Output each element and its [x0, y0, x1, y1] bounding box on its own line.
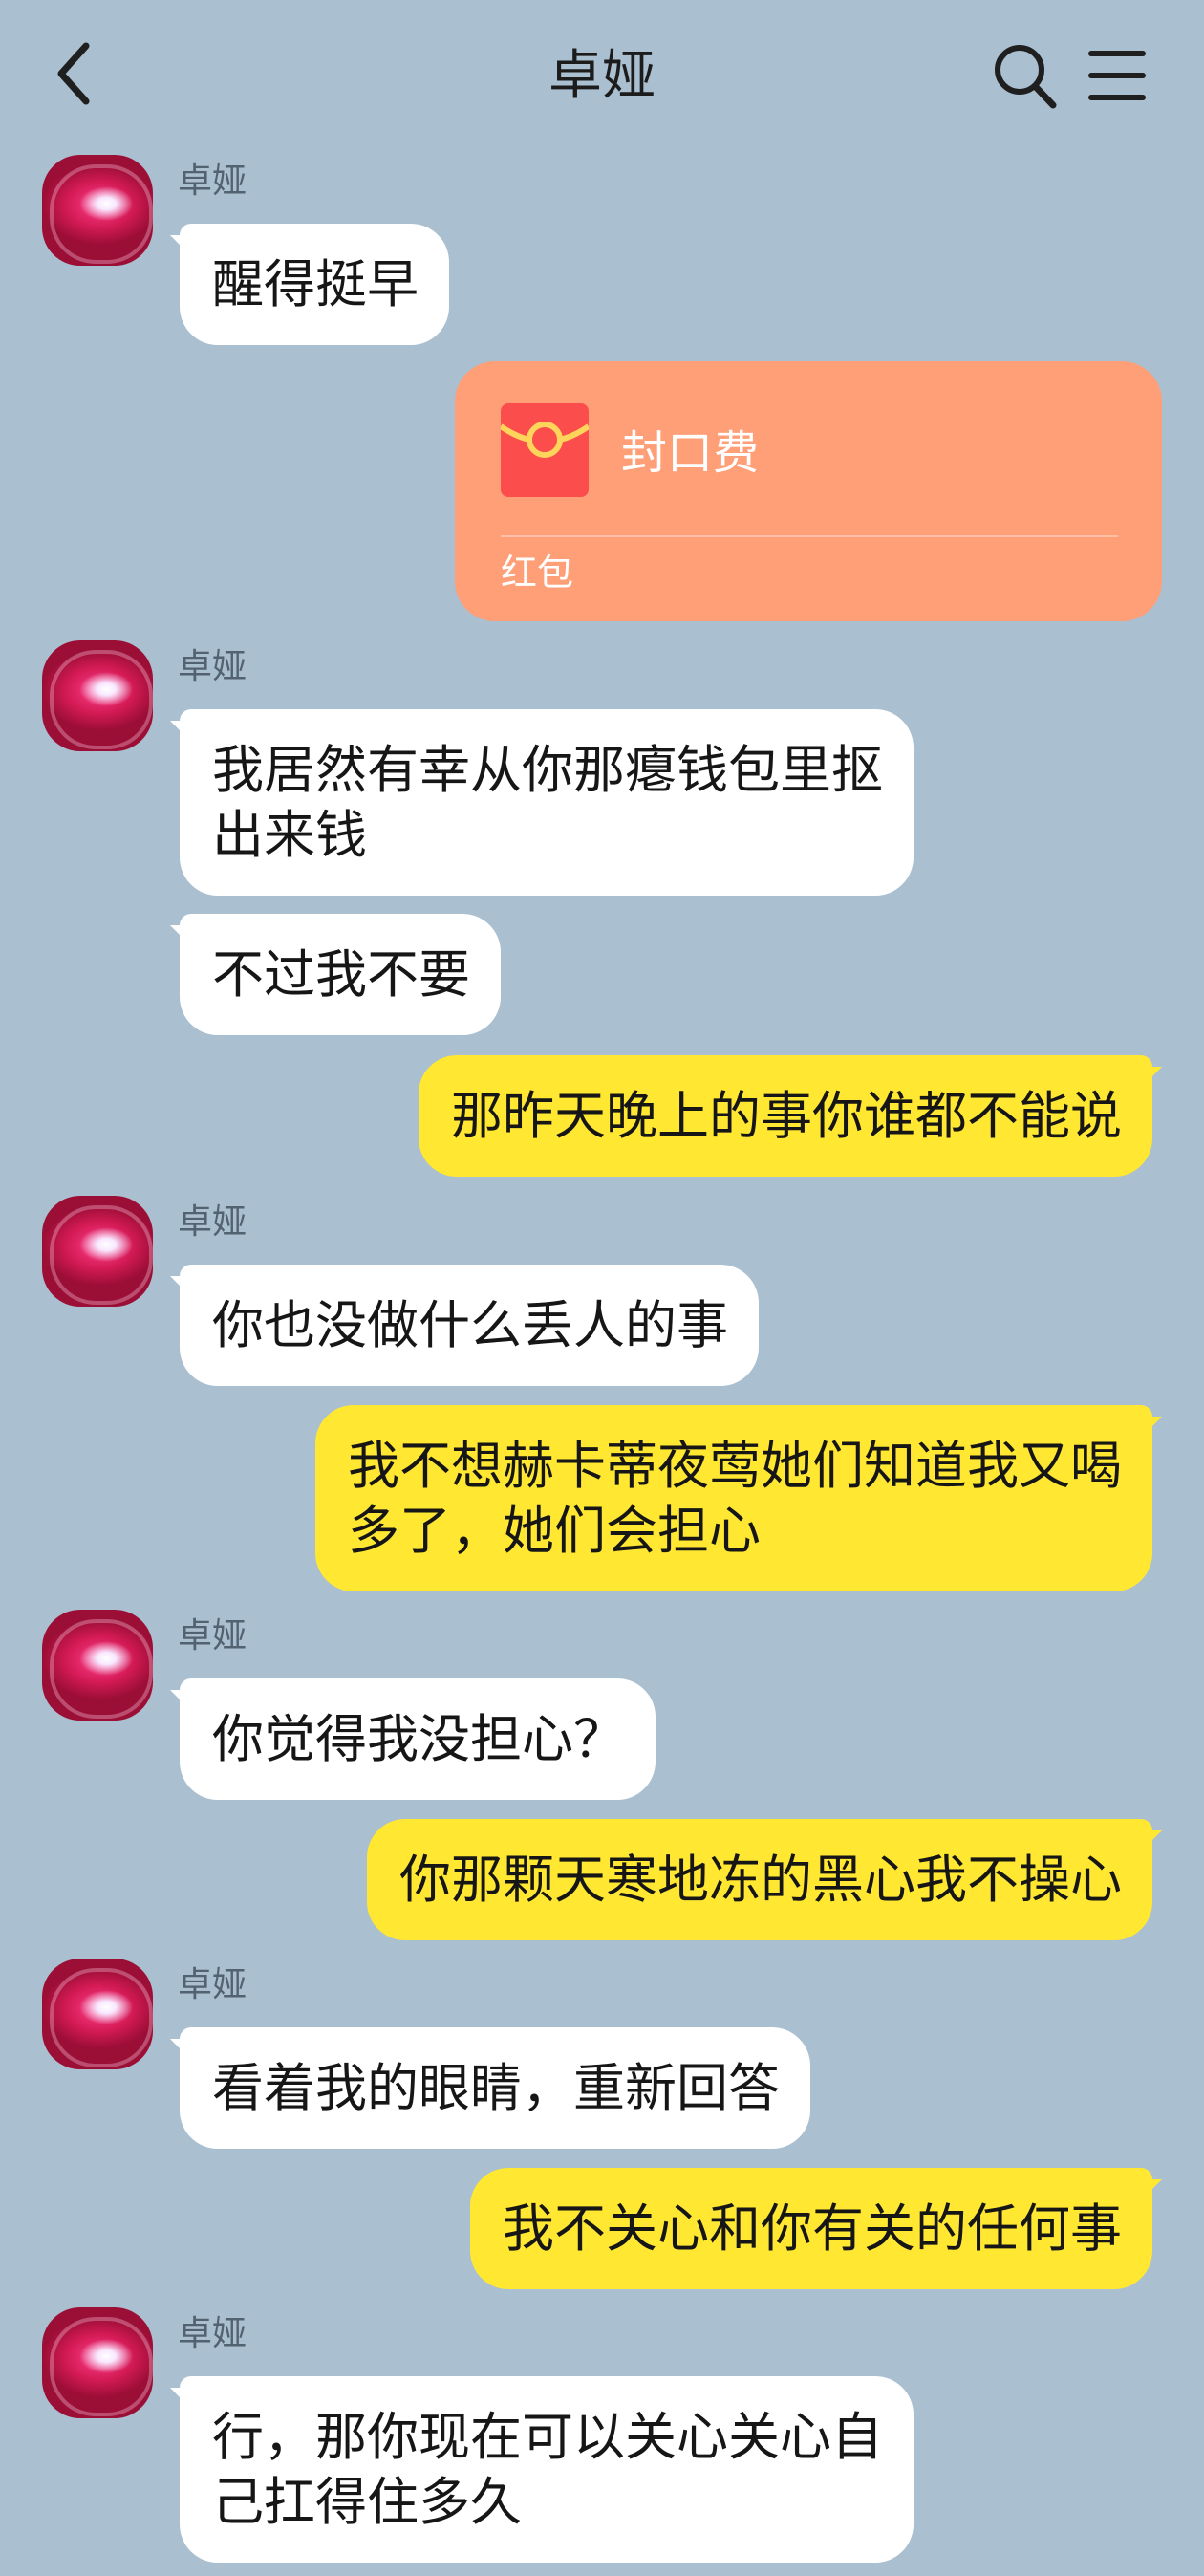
avatar[interactable] — [42, 1196, 153, 1307]
incoming-message-bubble[interactable]: 看着我的眼睛，重新回答 — [180, 2027, 810, 2149]
incoming-message-bubble[interactable]: 我居然有幸从你那瘪钱包里抠 出来钱 — [180, 709, 914, 896]
incoming-message-bubble[interactable]: 你觉得我没担心？ — [180, 1678, 656, 1800]
avatar[interactable] — [42, 1959, 153, 2069]
avatar[interactable] — [42, 155, 153, 266]
sender-name: 卓娅 — [178, 1202, 247, 1242]
sender-name: 卓娅 — [178, 1616, 247, 1656]
sender-name: 卓娅 — [178, 647, 247, 686]
incoming-message-bubble[interactable]: 你也没做什么丢人的事 — [180, 1265, 759, 1386]
sender-name: 卓娅 — [178, 1965, 247, 2004]
red-packet-icon — [501, 403, 589, 497]
message-list[interactable]: 卓娅 醒得挺早 封口费 红包 卓娅 我居然有幸从你那瘪钱包里抠 出来钱 不过我不… — [0, 0, 1204, 2576]
avatar[interactable] — [42, 640, 153, 751]
sender-name: 卓娅 — [178, 162, 247, 201]
avatar[interactable] — [42, 1610, 153, 1721]
incoming-message-bubble[interactable]: 醒得挺早 — [180, 224, 449, 345]
sender-name: 卓娅 — [178, 2314, 247, 2353]
outgoing-message-bubble[interactable]: 我不关心和你有关的任何事 — [470, 2168, 1152, 2289]
red-packet-card[interactable]: 封口费 红包 — [455, 361, 1162, 621]
outgoing-message-bubble[interactable]: 你那颗天寒地冻的黑心我不操心 — [367, 1819, 1152, 1940]
red-packet-divider — [501, 535, 1118, 537]
red-packet-title: 封口费 — [621, 426, 760, 480]
outgoing-message-bubble[interactable]: 我不想赫卡蒂夜莺她们知道我又喝 多了，她们会担心 — [315, 1405, 1152, 1591]
red-packet-label: 红包 — [501, 552, 574, 594]
outgoing-message-bubble[interactable]: 那昨天晚上的事你谁都不能说 — [419, 1055, 1152, 1177]
incoming-message-bubble[interactable]: 行，那你现在可以关心关心自 己扛得住多久 — [180, 2376, 914, 2563]
avatar[interactable] — [42, 2307, 153, 2418]
incoming-message-bubble[interactable]: 不过我不要 — [180, 914, 501, 1035]
